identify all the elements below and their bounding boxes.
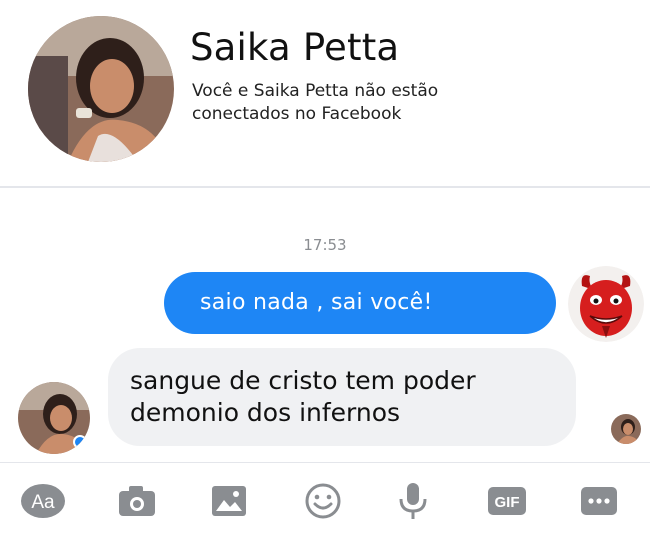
sender-avatar[interactable] xyxy=(18,382,90,454)
incoming-message-line: demonio dos infernos xyxy=(130,398,401,427)
devil-face-icon xyxy=(568,266,644,342)
more-options-button[interactable] xyxy=(576,481,622,521)
text-format-button[interactable]: Aa xyxy=(20,481,66,521)
emoji-button[interactable] xyxy=(300,481,346,521)
microphone-icon xyxy=(399,483,427,519)
gif-icon: GIF xyxy=(488,487,526,515)
contact-photo-icon xyxy=(611,414,641,444)
message-timestamp: 17:53 xyxy=(303,236,347,254)
emoji-icon xyxy=(305,483,341,519)
text-format-label: Aa xyxy=(31,492,55,513)
gif-button[interactable]: GIF xyxy=(484,481,530,521)
contact-photo-icon xyxy=(18,382,90,454)
image-icon xyxy=(212,486,246,516)
contact-photo-icon xyxy=(28,16,174,162)
more-icon xyxy=(581,487,617,515)
chat-header: Saika Petta Você e Saika Petta não estão… xyxy=(0,0,650,188)
contact-name: Saika Petta xyxy=(190,26,400,69)
incoming-message-line: sangue de cristo tem poder xyxy=(130,366,476,395)
camera-icon xyxy=(119,486,155,516)
camera-button[interactable] xyxy=(114,481,160,521)
seen-indicator-avatar xyxy=(611,414,641,444)
text-format-icon: Aa xyxy=(21,484,65,518)
image-button[interactable] xyxy=(206,481,252,521)
composer-toolbar: Aa GIF xyxy=(0,462,650,537)
gif-label: GIF xyxy=(495,494,520,511)
incoming-message-bubble[interactable]: sangue de cristo tem poder demonio dos i… xyxy=(108,348,576,446)
microphone-button[interactable] xyxy=(390,481,436,521)
own-avatar xyxy=(568,266,644,342)
contact-avatar[interactable] xyxy=(28,16,174,162)
outgoing-message-bubble[interactable]: saio nada , sai você! xyxy=(164,272,556,334)
connection-status: Você e Saika Petta não estão conectados … xyxy=(192,81,439,124)
